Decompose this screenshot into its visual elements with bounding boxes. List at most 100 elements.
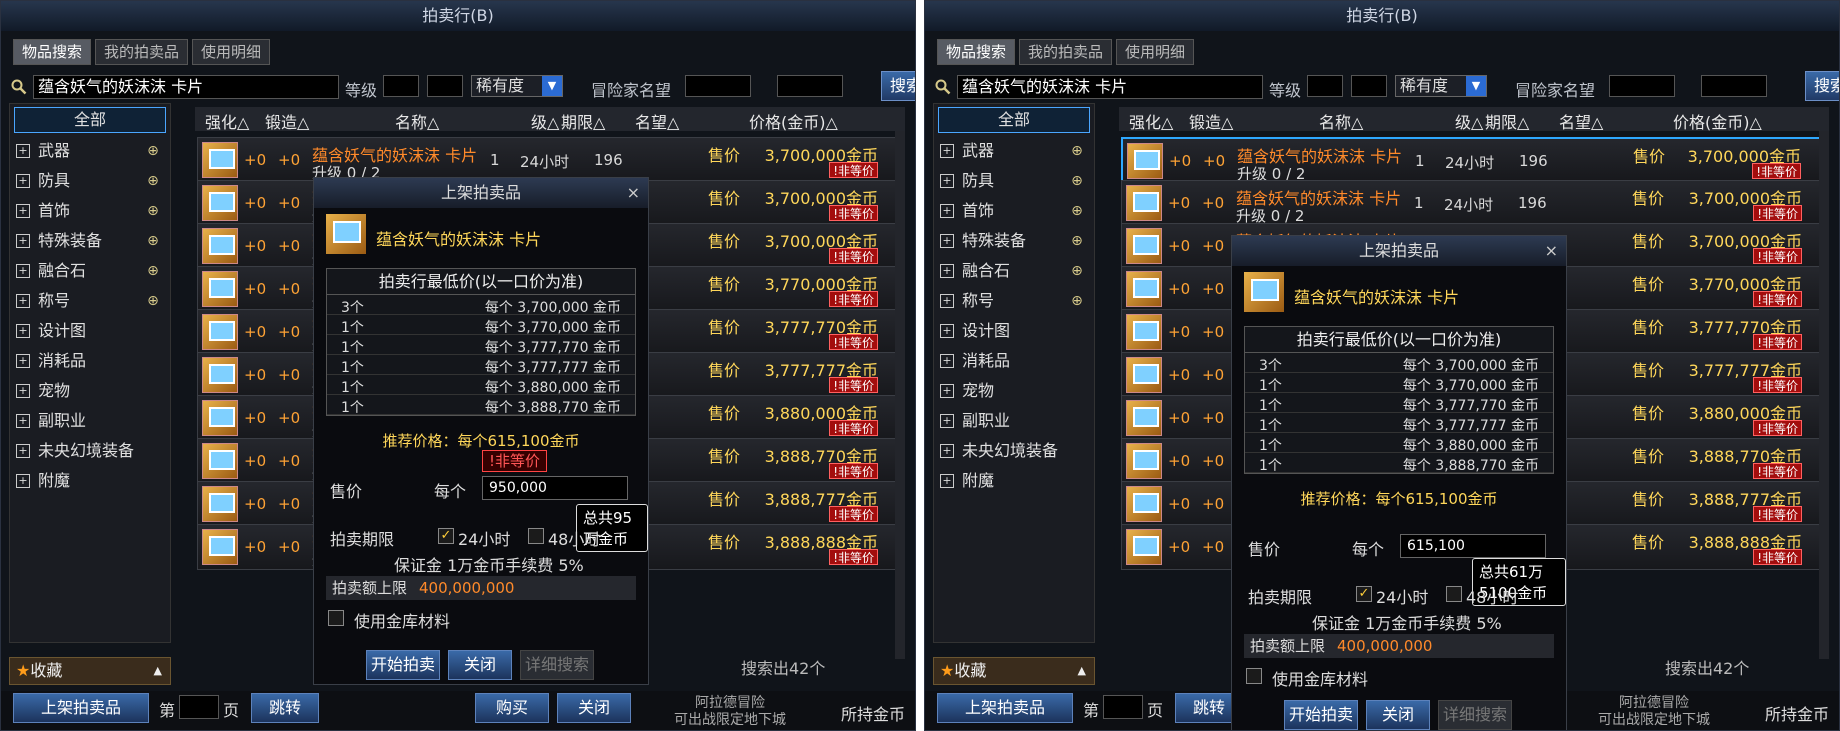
category-item[interactable]: + 武器 ⊕ <box>10 136 170 166</box>
close-icon[interactable]: × <box>627 178 640 208</box>
search-input[interactable]: 蕴含妖气的妖沫沫 卡片 <box>957 75 1263 99</box>
category-item[interactable]: + 副职业 <box>934 406 1094 436</box>
period-24h-checkbox[interactable]: ✓ <box>438 528 454 544</box>
tab-my-auctions[interactable]: 我的拍卖品 <box>1019 39 1113 65</box>
zoom-icon[interactable]: ⊕ <box>1068 202 1086 220</box>
zoom-icon[interactable]: ⊕ <box>1068 142 1086 160</box>
col-forge[interactable]: 锻造△ <box>1189 109 1233 133</box>
category-item[interactable]: + 首饰 ⊕ <box>934 196 1094 226</box>
table-row[interactable]: +0+0蕴含妖气的妖沫沫 卡片升级 0 / 2124小时196售价3,700,0… <box>1121 180 1825 226</box>
favorites-toggle[interactable]: ★收藏 ▲ <box>9 657 171 685</box>
use-storage-checkbox[interactable] <box>328 610 344 626</box>
zoom-icon[interactable]: ⊕ <box>144 202 162 220</box>
category-all[interactable]: 全部 <box>938 107 1090 133</box>
rarity-dropdown[interactable]: 稀有度 ▼ <box>471 75 563 97</box>
fame-min-input[interactable] <box>1609 75 1675 97</box>
col-price[interactable]: 价格(金币)△ <box>1673 109 1762 133</box>
jump-button[interactable]: 跳转 <box>251 693 319 723</box>
tab-usage-details[interactable]: 使用明细 <box>1116 39 1195 65</box>
fame-min-input[interactable] <box>685 75 751 97</box>
search-input[interactable]: 蕴含妖气的妖沫沫 卡片 <box>33 75 339 99</box>
category-item[interactable]: + 称号 ⊕ <box>10 286 170 316</box>
category-all[interactable]: 全部 <box>14 107 166 133</box>
fame-max-input[interactable] <box>1701 75 1767 97</box>
start-auction-button[interactable]: 开始拍卖 <box>1284 700 1358 730</box>
category-item[interactable]: + 融合石 ⊕ <box>934 256 1094 286</box>
zoom-icon[interactable]: ⊕ <box>144 172 162 190</box>
col-period[interactable]: 期限△ <box>561 109 605 133</box>
level-min-input[interactable] <box>1307 75 1343 97</box>
category-item[interactable]: + 武器 ⊕ <box>934 136 1094 166</box>
level-max-input[interactable] <box>427 75 463 97</box>
category-item[interactable]: + 宠物 <box>934 376 1094 406</box>
list-item-button[interactable]: 上架拍卖品 <box>13 693 149 723</box>
col-name[interactable]: 名称△ <box>1319 109 1363 133</box>
category-item[interactable]: + 特殊装备 ⊕ <box>10 226 170 256</box>
rarity-dropdown[interactable]: 稀有度 ▼ <box>1395 75 1487 97</box>
category-item[interactable]: + 消耗品 <box>10 346 170 376</box>
level-min-input[interactable] <box>383 75 419 97</box>
category-item[interactable]: + 附魔 <box>10 466 170 496</box>
zoom-icon[interactable]: ⊕ <box>144 142 162 160</box>
tab-item-search[interactable]: 物品搜索 <box>13 39 92 65</box>
category-item[interactable]: + 首饰 ⊕ <box>10 196 170 226</box>
start-auction-button[interactable]: 开始拍卖 <box>366 650 440 680</box>
col-fame[interactable]: 名望△ <box>1559 109 1603 133</box>
close-button[interactable]: 关闭 <box>557 693 631 723</box>
tab-my-auctions[interactable]: 我的拍卖品 <box>95 39 189 65</box>
col-price[interactable]: 价格(金币)△ <box>749 109 838 133</box>
level-max-input[interactable] <box>1351 75 1387 97</box>
category-item[interactable]: + 消耗品 <box>934 346 1094 376</box>
category-item[interactable]: + 特殊装备 ⊕ <box>934 226 1094 256</box>
col-period[interactable]: 期限△ <box>1485 109 1529 133</box>
price-input[interactable]: 615,100 <box>1400 534 1546 558</box>
category-item[interactable]: + 设计图 <box>934 316 1094 346</box>
zoom-icon[interactable]: ⊕ <box>1068 262 1086 280</box>
scrollbar[interactable] <box>895 131 905 659</box>
category-item[interactable]: + 附魔 <box>934 466 1094 496</box>
category-item[interactable]: + 未央幻境装备 <box>10 436 170 466</box>
category-item[interactable]: + 防具 ⊕ <box>934 166 1094 196</box>
period-48h-checkbox[interactable] <box>1446 586 1462 602</box>
dialog-close-button[interactable]: 关闭 <box>1366 700 1430 730</box>
col-name[interactable]: 名称△ <box>395 109 439 133</box>
col-fame[interactable]: 名望△ <box>635 109 679 133</box>
buy-button[interactable]: 购买 <box>475 693 549 723</box>
col-forge[interactable]: 锻造△ <box>265 109 309 133</box>
favorites-toggle[interactable]: ★收藏 ▲ <box>933 657 1095 685</box>
zoom-icon[interactable]: ⊕ <box>144 292 162 310</box>
col-enhance[interactable]: 强化△ <box>205 109 249 133</box>
category-item[interactable]: + 副职业 <box>10 406 170 436</box>
category-item[interactable]: + 称号 ⊕ <box>934 286 1094 316</box>
zoom-icon[interactable]: ⊕ <box>144 232 162 250</box>
search-button[interactable]: 搜索 <box>1805 71 1839 101</box>
page-input[interactable] <box>179 695 219 719</box>
category-item[interactable]: + 未央幻境装备 <box>934 436 1094 466</box>
col-enhance[interactable]: 强化△ <box>1129 109 1173 133</box>
tab-item-search[interactable]: 物品搜索 <box>937 39 1016 65</box>
list-item-button[interactable]: 上架拍卖品 <box>937 693 1073 723</box>
scrollbar[interactable] <box>1819 131 1829 659</box>
zoom-icon[interactable]: ⊕ <box>1068 292 1086 310</box>
period-24h-checkbox[interactable]: ✓ <box>1356 586 1372 602</box>
fame-max-input[interactable] <box>777 75 843 97</box>
category-item[interactable]: + 防具 ⊕ <box>10 166 170 196</box>
tab-usage-details[interactable]: 使用明细 <box>192 39 271 65</box>
zoom-icon[interactable]: ⊕ <box>144 262 162 280</box>
page-input[interactable] <box>1103 695 1143 719</box>
category-item[interactable]: + 宠物 <box>10 376 170 406</box>
table-row[interactable]: +0+0蕴含妖气的妖沫沫 卡片升级 0 / 2124小时196售价3,700,0… <box>1121 137 1825 183</box>
detail-search-button[interactable]: 详细搜索 <box>520 650 594 680</box>
period-48h-checkbox[interactable] <box>528 528 544 544</box>
col-level[interactable]: 级△ <box>1455 109 1483 133</box>
close-icon[interactable]: × <box>1545 236 1558 266</box>
dialog-close-button[interactable]: 关闭 <box>448 650 512 680</box>
category-item[interactable]: + 设计图 <box>10 316 170 346</box>
zoom-icon[interactable]: ⊕ <box>1068 172 1086 190</box>
search-button[interactable]: 搜索 <box>881 71 915 101</box>
price-input[interactable]: 950,000 <box>482 476 628 500</box>
zoom-icon[interactable]: ⊕ <box>1068 232 1086 250</box>
category-item[interactable]: + 融合石 ⊕ <box>10 256 170 286</box>
detail-search-button[interactable]: 详细搜索 <box>1438 700 1512 730</box>
col-level[interactable]: 级△ <box>531 109 559 133</box>
